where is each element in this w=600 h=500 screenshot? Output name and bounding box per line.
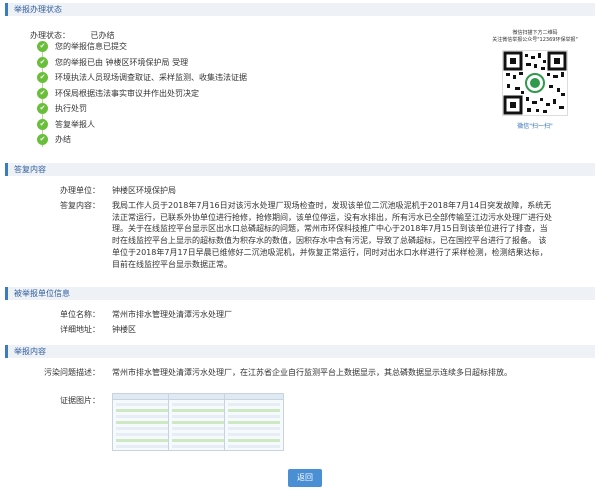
timeline-step-label: 您的举报已由 钟楼区环境保护局 受理 [55,57,189,67]
reported-address-value: 钟楼区 [112,325,136,334]
timeline-step: ✔ 执行处罚 [36,103,356,119]
reply-content-value: 我局工作人员于2018年7月16日对该污水处理厂现场检查时，发现该单位二沉池吸泥… [112,201,552,269]
qr-block: 微信扫描下方二维码 关注微信举报公众号"12369环保举报" 微信"扫一扫" [475,30,595,130]
timeline-step: ✔ 环境执法人员现场调查取证、采样监测、收集违法证据 [36,72,356,88]
reply-content-label: 答复内容： [60,201,100,210]
report-desc-value: 常州市排水管理处清潭污水处理厂，在江苏省企业自行监测平台上数据显示，其总磷数据显… [112,368,512,377]
timeline-step: ✔ 答复举报人 [36,118,356,135]
report-desc-label: 污染问题描述： [44,368,100,377]
timeline-step-label: 环境执法人员现场调查取证、采样监测、收集违法证据 [55,73,247,82]
section-title-reported: 被举报单位信息 [5,287,595,300]
evidence-image[interactable] [224,393,284,451]
qr-caption-line3: 微信"扫一扫" [517,123,553,130]
check-icon: ✔ [37,134,48,145]
check-icon: ✔ [37,103,48,114]
back-button[interactable]: 返回 [288,469,322,487]
timeline-step-label: 您的举报信息已提交 [55,42,127,51]
timeline-step: ✔ 办结 [36,134,356,150]
section-title-status: 举报办理状态 [5,3,595,16]
report-images-label: 证据图片： [60,396,100,405]
timeline-step-label: 环保局根据违法事实审议并作出处罚决定 [55,88,199,98]
timeline-step-label: 执行处罚 [55,104,87,113]
reported-name-value: 常州市排水管理处清潭污水处理厂 [112,310,232,319]
section-title-reply: 答复内容 [5,163,595,176]
check-icon: ✔ [37,56,48,68]
timeline-step: ✔ 环保局根据违法事实审议并作出处罚决定 [36,87,356,104]
timeline-step: ✔ 您的举报已由 钟楼区环境保护局 受理 [36,56,356,73]
check-icon: ✔ [37,41,48,52]
progress-timeline: ✔ 您的举报信息已提交 ✔ 您的举报已由 钟楼区环境保护局 受理 ✔ 环境执法人员现场… [36,41,356,150]
check-icon: ✔ [37,118,48,130]
check-icon: ✔ [37,87,48,99]
timeline-step-label: 办结 [55,135,71,144]
timeline-step: ✔ 您的举报信息已提交 [36,41,356,57]
timeline-step-label: 答复举报人 [55,119,95,129]
qr-caption-line2: 关注微信举报公众号"12369环保举报" [492,37,578,43]
check-icon: ✔ [37,72,48,83]
evidence-image[interactable] [168,393,228,451]
qr-code-icon [502,50,568,116]
evidence-image[interactable] [112,393,172,451]
section-title-report: 举报内容 [5,345,595,358]
reply-unit-value: 钟楼区环境保护局 [112,186,176,195]
qr-caption-line1: 微信扫描下方二维码 [512,30,558,36]
reported-name-label: 单位名称： [60,310,100,319]
reply-unit-label: 办理单位： [60,186,100,195]
reported-address-label: 详细地址： [60,325,100,334]
